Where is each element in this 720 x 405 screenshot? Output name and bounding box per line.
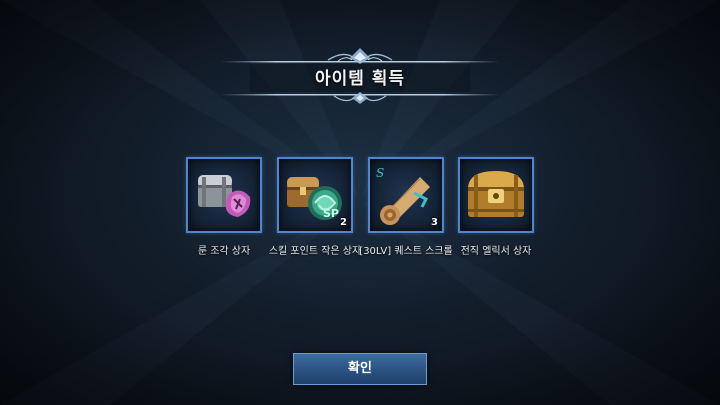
- svg-text:S: S: [376, 166, 384, 180]
- svg-text:SP: SP: [323, 207, 339, 220]
- item-count: 3: [431, 217, 438, 228]
- item-label: 스킬 포인트 작은 상자: [268, 246, 362, 257]
- item-slot-skill-point-chest[interactable]: SP 2: [277, 157, 353, 233]
- item-label: 룬 조각 상자: [197, 246, 251, 257]
- quest-scroll-icon: S: [376, 166, 430, 225]
- item-count: 2: [340, 217, 347, 228]
- item-label: 전직 엘릭서 상자: [460, 246, 532, 257]
- confirm-button[interactable]: 확인: [293, 353, 427, 385]
- skill-point-chest-icon: SP: [287, 177, 342, 220]
- item-slot-rune-chest[interactable]: [186, 157, 262, 233]
- silver-chest-rune-icon: [198, 175, 251, 217]
- item-slot-elixir-chest[interactable]: [458, 157, 534, 233]
- dialog-title: 아이템 획득: [314, 69, 406, 89]
- item-slot-quest-scroll[interactable]: S 3: [368, 157, 444, 233]
- item-label: [30LV] 퀘스트 스크롤: [359, 246, 453, 257]
- gold-chest-icon: [468, 171, 524, 217]
